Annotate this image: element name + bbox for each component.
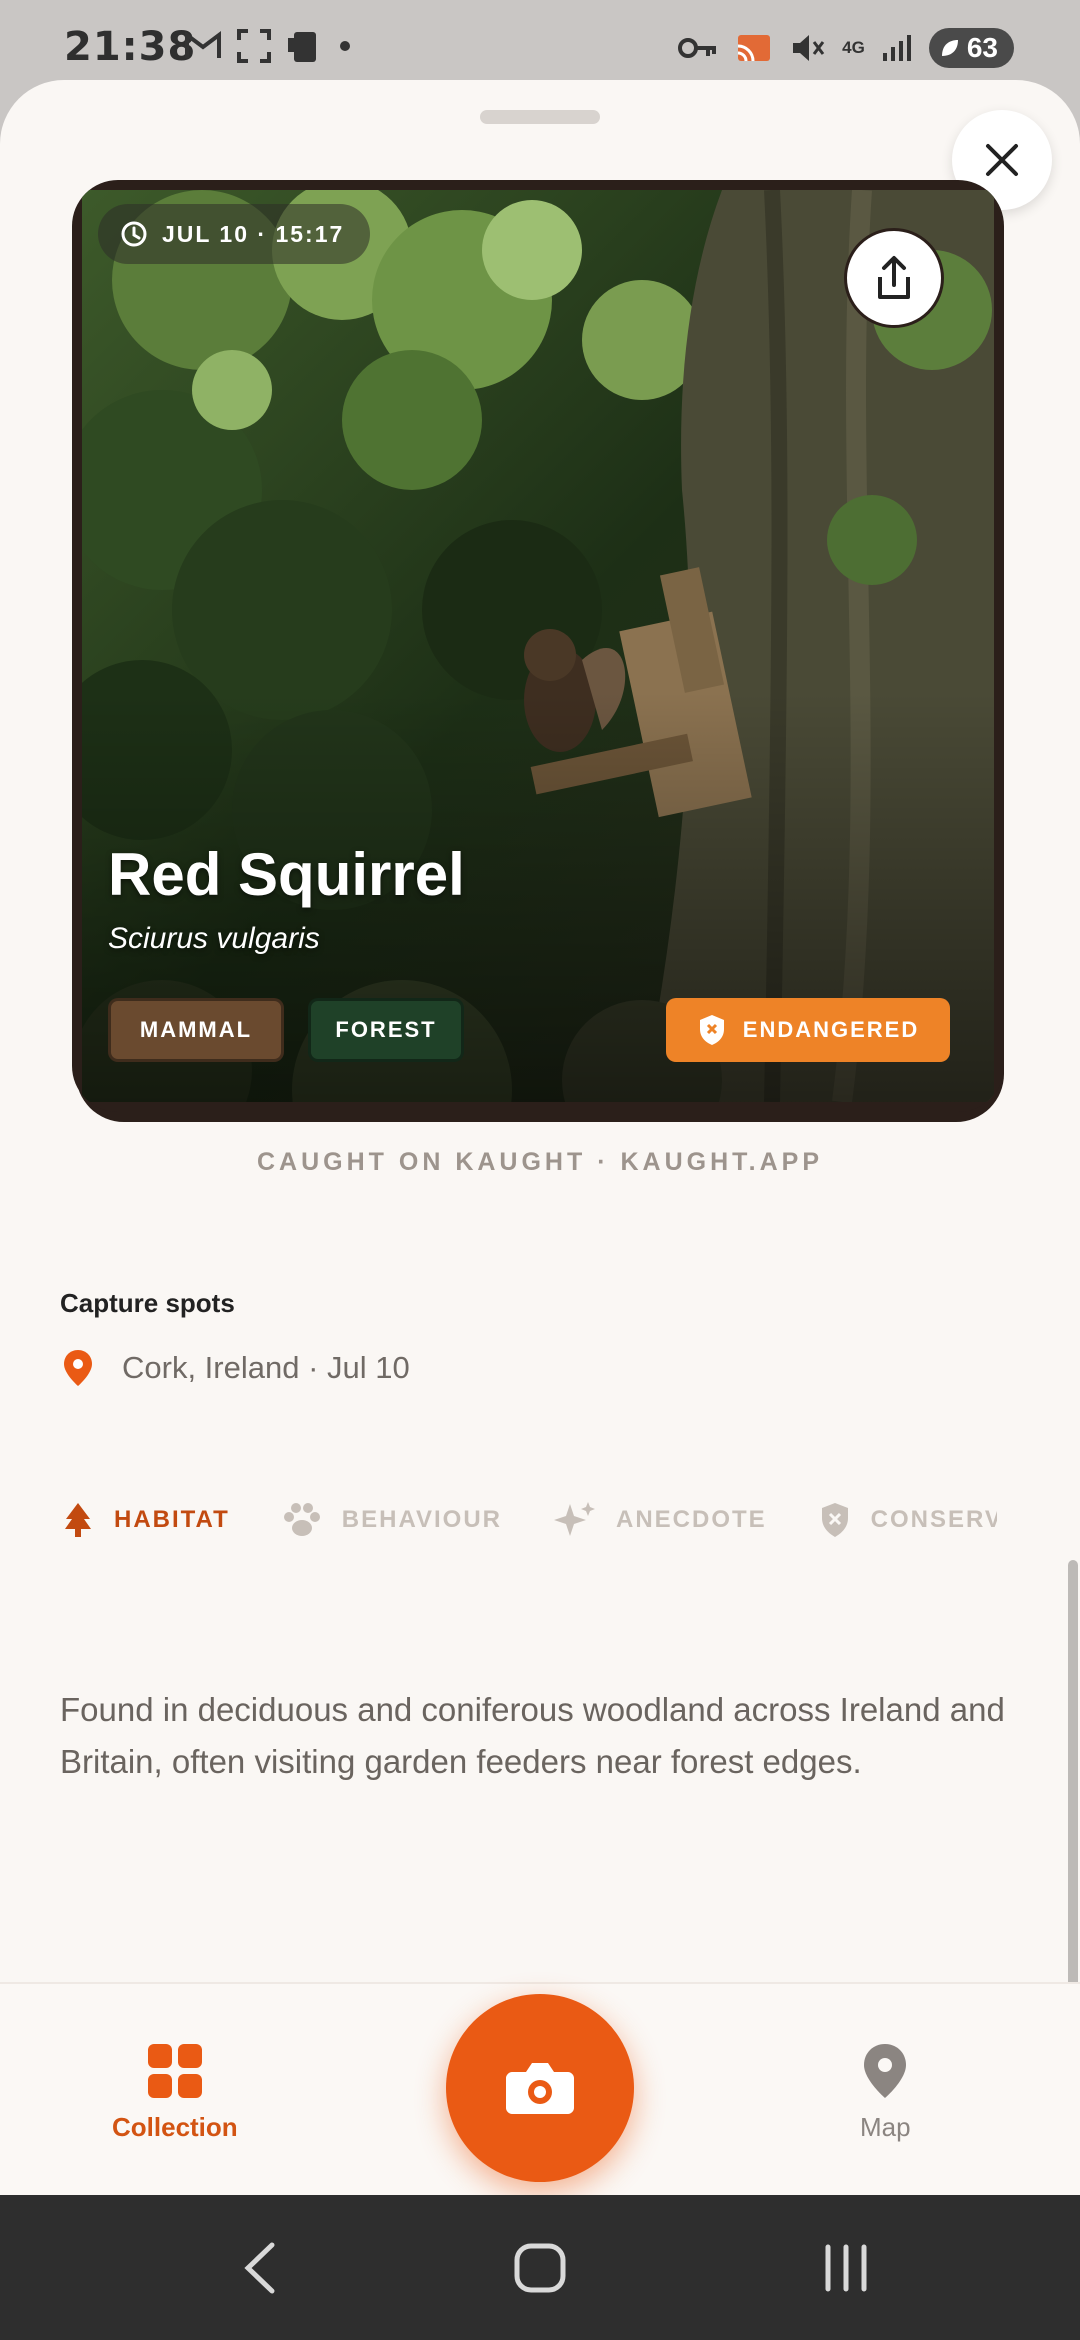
close-icon (986, 144, 1018, 176)
capture-location-row[interactable]: Cork, Ireland · Jul 10 (62, 1348, 410, 1388)
shield-x-icon (699, 1015, 724, 1045)
info-tabs: HABITAT BEHAVIOUR ANECDOTE CONSERV (62, 1500, 1049, 1540)
share-icon (878, 256, 910, 299)
grid-icon (147, 2044, 202, 2098)
species-latin-name: Sciurus vulgaris (108, 922, 320, 955)
timestamp-label: JUL 10 · 15:17 (162, 220, 345, 247)
leaf-icon (941, 40, 958, 56)
tag-mammal: MAMMAL (108, 998, 284, 1062)
battery-level: 63 (966, 32, 998, 63)
sparkle-icon (554, 1502, 595, 1536)
tag-mammal-label: MAMMAL (139, 1017, 253, 1042)
tab-conservation-label: CONSERV (870, 1506, 997, 1533)
cast-icon (737, 35, 771, 62)
nav-collection-label: Collection (112, 2112, 238, 2142)
caught-on-kaught: CAUGHT ON KAUGHT · KAUGHT.APP (257, 1148, 823, 1176)
map-pin-icon (864, 2044, 907, 2098)
tag-forest-label: FOREST (335, 1017, 437, 1042)
shield-icon (821, 1503, 848, 1537)
nav-collection[interactable]: Collection (112, 2042, 238, 2143)
camera-icon (506, 2063, 574, 2114)
habitat-description: Found in deciduous and coniferous woodla… (60, 1691, 1005, 1780)
system-navigation-bar (0, 2195, 1080, 2340)
nav-map-label: Map (860, 2112, 911, 2142)
tag-forest: FOREST (308, 998, 464, 1062)
back-icon (244, 2242, 275, 2293)
back-button[interactable] (210, 2195, 310, 2340)
mute-icon (793, 35, 825, 61)
location-pin-icon (64, 1350, 92, 1386)
nav-map[interactable]: Map (860, 2042, 911, 2143)
status-left-icons (184, 28, 352, 64)
vpn-key-icon (678, 38, 717, 58)
tab-behaviour-label: BEHAVIOUR (341, 1506, 502, 1533)
status-right-icons: 4G 63 (678, 28, 1014, 68)
detail-sheet: JUL 10 · 15:17 Red Squirrel Sciurus vulg… (0, 80, 1080, 2195)
recents-icon (825, 2244, 867, 2291)
tab-conservation[interactable]: CONSERV (819, 1501, 997, 1539)
home-button[interactable] (490, 2195, 590, 2340)
tree-icon (65, 1503, 91, 1537)
tab-habitat[interactable]: HABITAT (62, 1501, 230, 1539)
capture-spots-title: Capture spots (60, 1288, 235, 1318)
share-button[interactable] (844, 228, 944, 328)
tab-anecdote[interactable]: ANECDOTE (554, 1500, 767, 1540)
timestamp-chip: JUL 10 · 15:17 (98, 204, 371, 264)
clock-icon (121, 221, 147, 247)
tab-behaviour[interactable]: BEHAVIOUR (282, 1501, 502, 1539)
battery-indicator: 63 (928, 28, 1014, 68)
drag-handle[interactable] (480, 110, 600, 124)
dot-icon (340, 41, 350, 51)
screenshot-icon (237, 29, 271, 63)
gmail-icon (185, 31, 221, 58)
home-icon (514, 2243, 566, 2292)
recents-button[interactable] (796, 2195, 896, 2340)
signal-icon (882, 35, 911, 61)
squirrel-photo (82, 190, 994, 1102)
tag-endangered: ENDANGERED (666, 998, 950, 1062)
tag-endangered-label: ENDANGERED (742, 1017, 920, 1042)
camera-button[interactable] (446, 1994, 634, 2182)
paw-icon (283, 1503, 320, 1536)
species-card: JUL 10 · 15:17 Red Squirrel Sciurus vulg… (72, 180, 1004, 1112)
status-time: 21:38 (64, 24, 197, 70)
tab-anecdote-label: ANECDOTE (616, 1506, 767, 1533)
network-label: 4G (842, 38, 865, 57)
tab-habitat-label: HABITAT (114, 1506, 230, 1533)
capture-location-text: Cork, Ireland · Jul 10 (122, 1350, 410, 1385)
species-name: Red Squirrel (108, 841, 465, 908)
device-icon (288, 32, 316, 62)
